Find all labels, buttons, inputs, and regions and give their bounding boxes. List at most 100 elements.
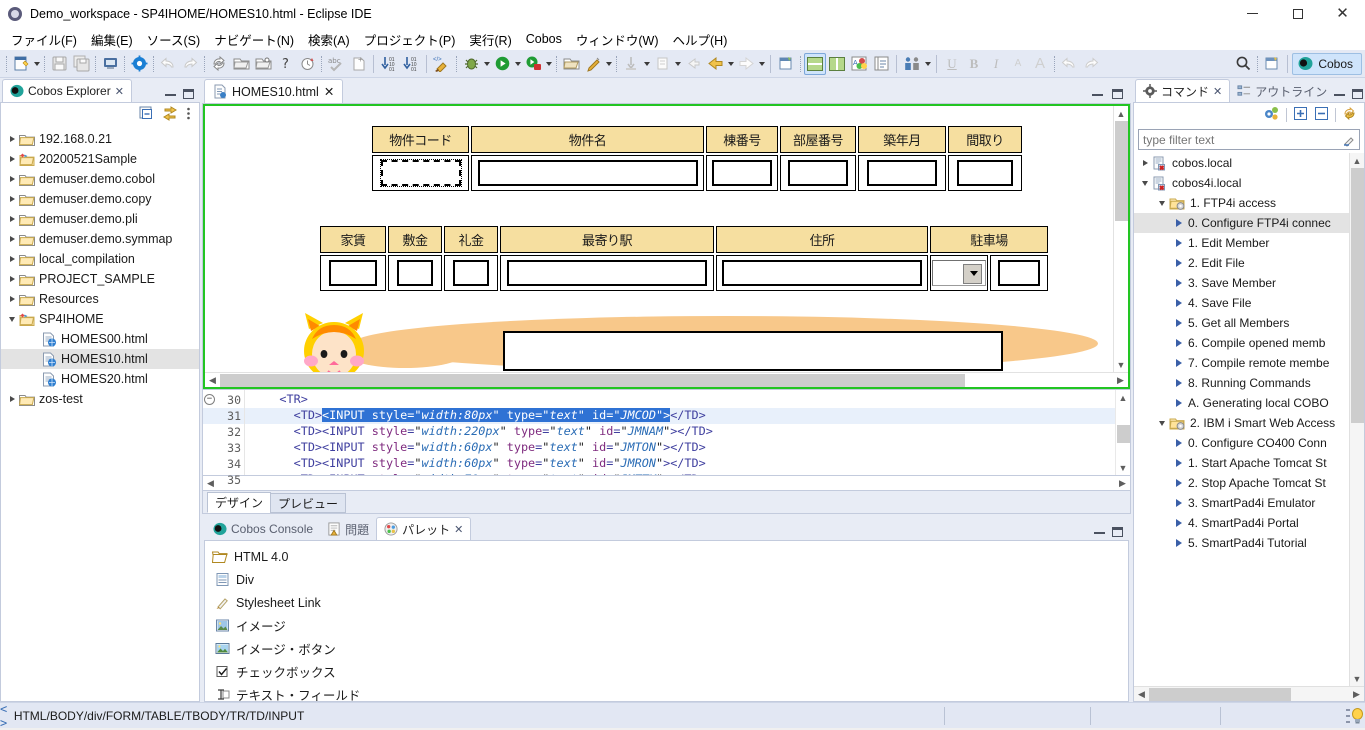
clean-brush-icon[interactable]: </> (431, 53, 453, 75)
input-jmcod[interactable] (379, 159, 462, 187)
command-hscroll-thumb[interactable] (1149, 687, 1291, 701)
chevron-down-icon[interactable] (1138, 173, 1152, 193)
back-arrow-icon[interactable] (704, 53, 726, 75)
colors-icon[interactable]: A (848, 53, 870, 75)
command-item-2-ibm-i-smart-web-access[interactable]: 2. IBM i Smart Web Access (1134, 413, 1349, 433)
explorer-item-local-compilation[interactable]: local_compilation (1, 249, 199, 269)
designer-hscroll-thumb[interactable] (220, 373, 965, 387)
print-icon[interactable] (99, 53, 121, 75)
command-item-0-configure-co400-conn[interactable]: 0. Configure CO400 Conn (1134, 433, 1349, 453)
command-tree[interactable]: cobos.local cobos4i.local 1. FTP4i access 0… (1134, 153, 1349, 686)
command-item-4-save-file[interactable]: 4. Save File (1134, 293, 1349, 313)
collapse-all-icon[interactable] (139, 106, 154, 124)
explorer-item-20200521sample[interactable]: 20200521Sample (1, 149, 199, 169)
people-dropdown-icon[interactable] (923, 53, 932, 75)
filter-input[interactable] (1139, 131, 1339, 148)
triangle-right-icon[interactable] (1172, 513, 1186, 533)
new-dropdown-icon[interactable] (32, 53, 41, 75)
command-item-3-save-member[interactable]: 3. Save Member (1134, 273, 1349, 293)
layout-vertical-icon[interactable] (826, 53, 848, 75)
input-jmron[interactable] (788, 160, 848, 186)
minimize-button[interactable] (1230, 0, 1275, 28)
minimize-icon[interactable] (1092, 93, 1103, 96)
menu-window[interactable]: ウィンドウ(W) (569, 28, 666, 51)
explorer-item-192-168-0-21[interactable]: 192.168.0.21 (1, 129, 199, 149)
palette-list[interactable]: HTML 4.0 Div Stylesheet Link イメージ イメージ・ボタン チェ… (205, 541, 1128, 701)
collapse-all-icon[interactable] (1314, 106, 1329, 124)
maximize-button[interactable] (1275, 0, 1320, 28)
tab-cobos-console[interactable]: Cobos Console (206, 518, 320, 540)
command-item-3-smartpad4i-emulator[interactable]: 3. SmartPad4i Emulator (1134, 493, 1349, 513)
snippets-icon[interactable] (870, 53, 892, 75)
chevron-right-icon[interactable] (5, 189, 19, 209)
explorer-item-sp4ihome[interactable]: SP4IHOME (1, 309, 199, 329)
scroll-right-icon[interactable]: ▶ (1115, 476, 1130, 491)
triangle-right-icon[interactable] (1172, 433, 1186, 453)
tab-preview[interactable]: プレビュー (270, 493, 347, 513)
palette-item-textfield[interactable]: テキスト・フィールド (205, 683, 1128, 701)
palette-item-checkbox[interactable]: チェックボックス (205, 660, 1128, 683)
explorer-item-homes00-html[interactable]: HOMES00.html (1, 329, 199, 349)
chevron-right-icon[interactable] (5, 149, 19, 169)
command-item-8-running-commands[interactable]: 8. Running Commands (1134, 373, 1349, 393)
run-external-icon[interactable] (522, 53, 544, 75)
designer-vscroll-thumb[interactable] (1114, 121, 1128, 221)
back-dropdown-icon[interactable] (726, 53, 735, 75)
open-type-icon[interactable] (560, 53, 582, 75)
command-item-5-get-all-members[interactable]: 5. Get all Members (1134, 313, 1349, 333)
maximize-icon[interactable] (183, 89, 194, 99)
explorer-item-zos-test[interactable]: zos-test (1, 389, 199, 409)
close-icon[interactable]: ✕ (1213, 85, 1222, 98)
explorer-item-project-sample[interactable]: PROJECT_SAMPLE (1, 269, 199, 289)
command-item-7-compile-remote-membe[interactable]: 7. Compile remote membe (1134, 353, 1349, 373)
chevron-right-icon[interactable] (5, 289, 19, 309)
last-edit-dropdown-icon[interactable] (673, 53, 682, 75)
triangle-right-icon[interactable] (1172, 213, 1186, 233)
chevron-down-icon[interactable] (1155, 193, 1169, 213)
run-external-dropdown-icon[interactable] (544, 53, 553, 75)
explorer-item-demuser-demo-copy[interactable]: demuser.demo.copy (1, 189, 199, 209)
palette-item-div[interactable]: Div (205, 568, 1128, 591)
triangle-right-icon[interactable] (1172, 393, 1186, 413)
command-hscrollbar[interactable]: ◀ ▶ (1134, 686, 1364, 701)
source-line-32[interactable]: <TD><INPUT style="width:220px" type="tex… (245, 424, 1115, 440)
run-icon[interactable] (491, 53, 513, 75)
triangle-right-icon[interactable] (1172, 533, 1186, 553)
command-vscroll-thumb[interactable] (1350, 168, 1364, 423)
command-item-a-generating-local-cobo[interactable]: A. Generating local COBO (1134, 393, 1349, 413)
command-item-1-ftp4i-access[interactable]: 1. FTP4i access (1134, 193, 1349, 213)
explorer-item-homes10-html[interactable]: HOMES10.html (1, 349, 199, 369)
close-icon[interactable]: ✕ (115, 85, 124, 98)
chevron-right-icon[interactable] (5, 249, 19, 269)
input-jmmdr[interactable] (957, 160, 1013, 186)
palette-item-stylesheet[interactable]: Stylesheet Link (205, 591, 1128, 614)
search-icon[interactable] (1232, 53, 1254, 75)
triangle-right-icon[interactable] (1172, 293, 1186, 313)
tab-palette[interactable]: パレット ✕ (376, 517, 472, 540)
triangle-right-icon[interactable] (1172, 453, 1186, 473)
tab-problems[interactable]: 問題 (320, 518, 376, 540)
chevron-down-icon[interactable] (1155, 413, 1169, 433)
history-icon[interactable] (296, 53, 318, 75)
source-code-text[interactable]: <TR> <TD><INPUT style="width:80px" type=… (245, 390, 1115, 475)
explorer-tree[interactable]: 192.168.0.21 20200521Sample demuser.demo.c… (1, 127, 199, 701)
chevron-right-icon[interactable] (5, 209, 19, 229)
layout-horizontal-icon[interactable] (804, 52, 826, 75)
fold-collapse-icon[interactable]: − (204, 394, 215, 405)
new-icon[interactable] (10, 53, 32, 75)
triangle-right-icon[interactable] (1172, 313, 1186, 333)
step-over-icon[interactable]: 01 10 01 (400, 53, 422, 75)
save-all-icon[interactable] (70, 53, 92, 75)
refresh-icon[interactable] (208, 53, 230, 75)
close-icon[interactable]: ✕ (324, 84, 334, 99)
chevron-right-icon[interactable] (5, 389, 19, 409)
triangle-right-icon[interactable] (1172, 493, 1186, 513)
close-icon[interactable]: ✕ (454, 523, 463, 536)
debug-bug-icon[interactable] (460, 53, 482, 75)
menu-search[interactable]: 検索(A) (301, 28, 357, 51)
tab-cobos-explorer[interactable]: Cobos Explorer ✕ (2, 79, 132, 102)
scroll-down-icon[interactable]: ▼ (1114, 357, 1129, 372)
html-design-canvas[interactable]: 物件コード 物件名 棟番号 部屋番号 築年月 間取り 家賃 敷金 礼金 最寄り駅… (205, 106, 1113, 372)
source-line-30[interactable]: <TR> (245, 392, 1115, 408)
pencil-dropdown-icon[interactable] (604, 53, 613, 75)
